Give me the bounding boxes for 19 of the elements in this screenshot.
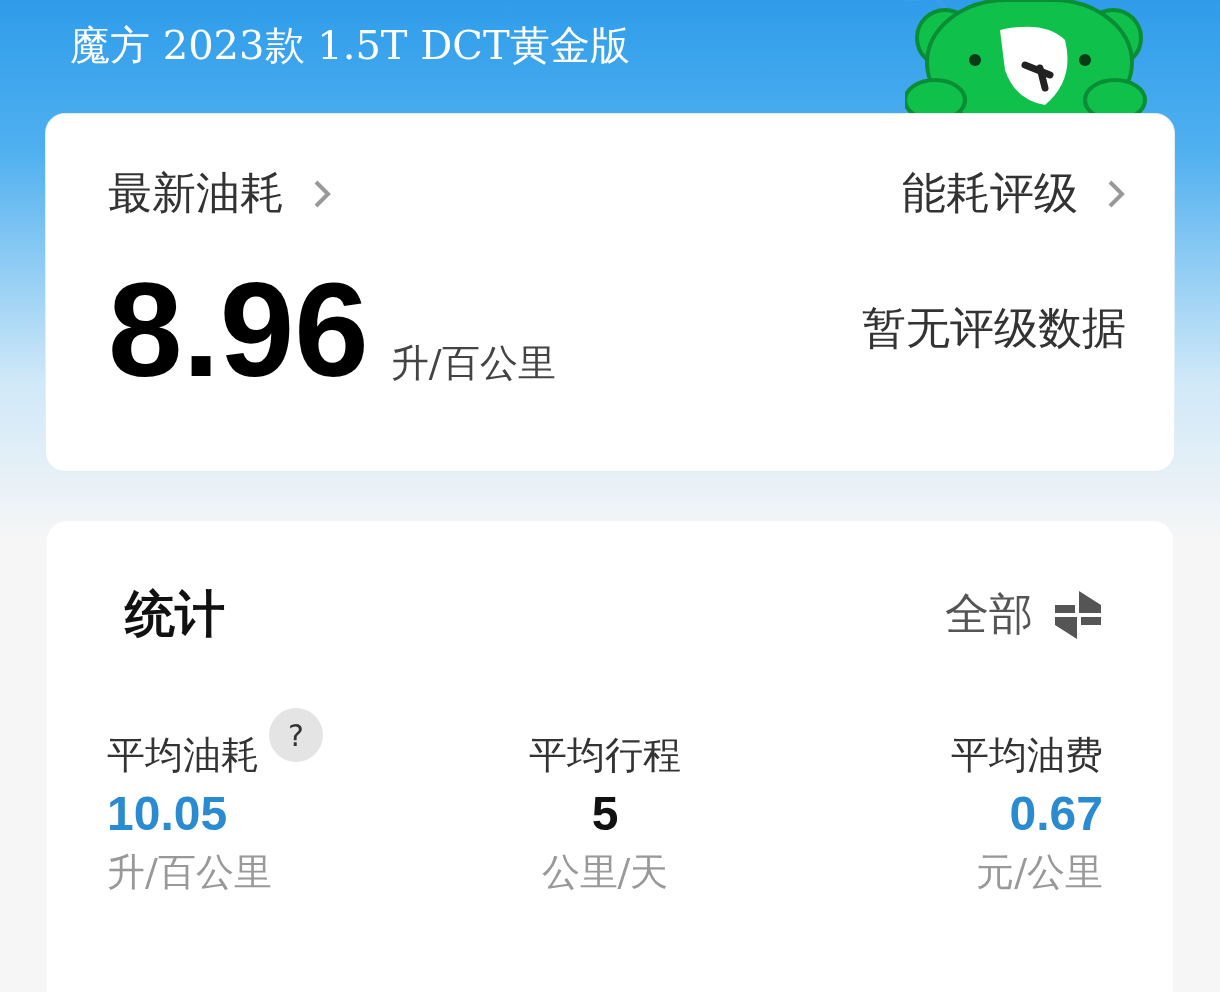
stat-value: 5 [591,786,619,842]
swap-icon [1053,588,1103,641]
stat-unit: 升/百公里 [107,848,272,896]
stat-value: 10.05 [107,786,228,842]
stat-unit: 公里/天 [541,848,669,896]
rating-status-text: 暂无评级数据 [862,301,1126,355]
latest-consumption-value: 8.96 [108,263,369,397]
stat-label: 平均油费 [951,732,1103,779]
section-title: 统计 [125,583,225,645]
stat-value: 0.67 [1009,786,1103,842]
unit-label: 升/百公里 [390,340,556,387]
help-button[interactable]: ? [269,708,323,762]
energy-rating-link[interactable]: 能耗评级 [902,164,1126,223]
car-model-title: 魔方 2023款 1.5T DCT黄金版 [70,21,630,70]
filter-toggle[interactable]: 全部 [945,585,1103,644]
stat-unit: 元/公里 [976,848,1103,896]
stat-label: 平均行程 [529,732,681,779]
latest-consumption-link[interactable]: 最新油耗 [108,164,556,223]
stat-label: 平均油耗 [107,732,259,779]
